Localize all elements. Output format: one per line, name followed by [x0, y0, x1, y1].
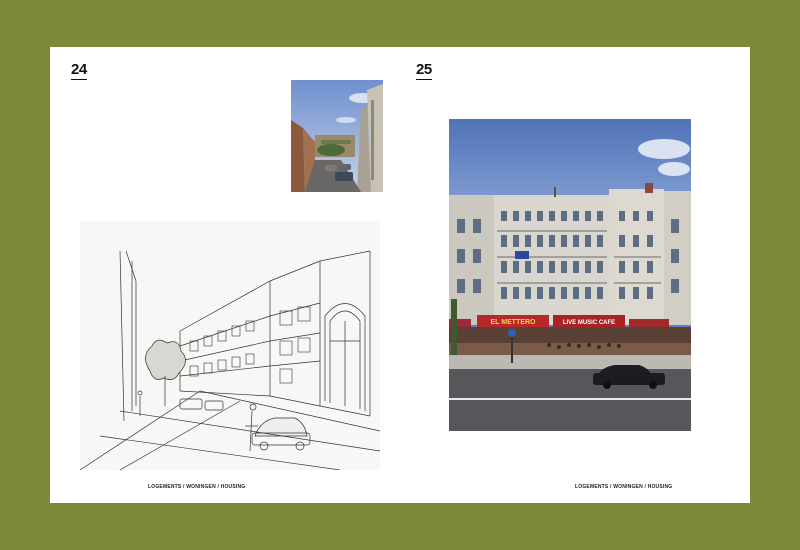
street-photo-large: EL METTERO LIVE MUSIC CAFE [449, 119, 691, 431]
cafe-sign-left: EL METTERO [491, 319, 537, 326]
page-number-left: 24 [71, 61, 87, 78]
street-photo-small [291, 80, 383, 192]
page-number-right: 25 [416, 61, 432, 78]
page-footer-right: LOGEMENTS / WONINGEN / HOUSING [575, 484, 673, 490]
cafe-sign-right: LIVE MUSIC CAFE [563, 320, 615, 326]
page-footer-left: LOGEMENTS / WONINGEN / HOUSING [148, 484, 246, 490]
book-spread: 24 LOGEMENTS / WONINGEN / HOUSING 25 EL … [50, 47, 750, 503]
architectural-sketch [80, 221, 380, 470]
